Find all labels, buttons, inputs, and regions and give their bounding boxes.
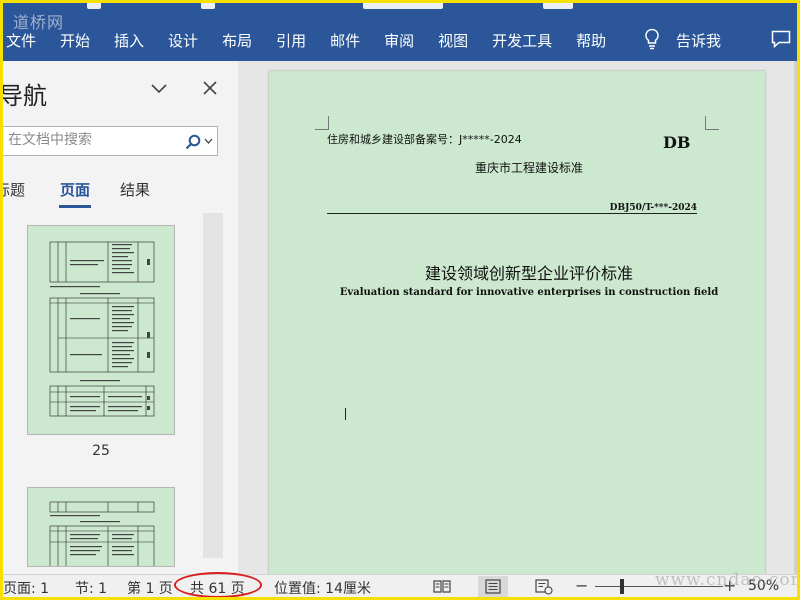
- word-window: 道桥网 文件 开始 插入 设计 布局 引用 邮件 审阅 视图 开发工具 帮助 告…: [3, 3, 797, 597]
- menu-help[interactable]: 帮助: [576, 30, 606, 51]
- comment-icon[interactable]: [771, 30, 791, 48]
- crop-mark: [705, 116, 719, 130]
- navigation-pane: 导航 标题 页面 结果: [3, 61, 238, 574]
- thumbnail-preview: [49, 241, 155, 417]
- ribbon: 道桥网 文件 开始 插入 设计 布局 引用 邮件 审阅 视图 开发工具 帮助 告…: [3, 3, 797, 61]
- document-title-chinese: 建设领域创新型企业评价标准: [424, 264, 633, 283]
- menu-home[interactable]: 开始: [60, 30, 90, 51]
- title-bar-button[interactable]: [543, 3, 573, 9]
- nav-search-box: [3, 126, 218, 156]
- text-cursor: [345, 408, 346, 420]
- active-tab-indicator: [59, 205, 91, 208]
- db-mark: DB: [663, 133, 691, 152]
- print-layout-button[interactable]: [478, 576, 508, 597]
- document-title-english: Evaluation standard for innovative enter…: [339, 287, 719, 298]
- thumbnail-page-number: 25: [92, 443, 110, 459]
- tab-pages[interactable]: 页面: [60, 179, 90, 200]
- menu-view[interactable]: 视图: [438, 30, 468, 51]
- menu-layout[interactable]: 布局: [222, 30, 252, 51]
- document-title: [363, 3, 443, 9]
- record-number: 住房和城乡建设部备案号：J*****-2024: [327, 133, 522, 146]
- title-bar: [3, 3, 797, 17]
- standard-name: 重庆市工程建设标准: [474, 161, 583, 175]
- menu-design[interactable]: 设计: [168, 30, 198, 51]
- highlight-ellipse: [174, 572, 262, 597]
- chevron-down-icon[interactable]: [204, 138, 213, 145]
- nav-pane-title: 导航: [3, 82, 47, 110]
- menu-developer[interactable]: 开发工具: [492, 30, 552, 51]
- lightbulb-icon[interactable]: [643, 28, 661, 50]
- menu-mailings[interactable]: 邮件: [330, 30, 360, 51]
- menu-insert[interactable]: 插入: [114, 30, 144, 51]
- zoom-out-button[interactable]: −: [575, 576, 588, 595]
- quick-access-icon[interactable]: [201, 3, 215, 9]
- zoom-slider-thumb[interactable]: [620, 579, 624, 594]
- document-area: 住房和城乡建设部备案号：J*****-2024 DB 重庆市工程建设标准 DBJ…: [241, 61, 794, 574]
- close-icon[interactable]: [203, 81, 217, 95]
- thumbnail-scrollbar[interactable]: [203, 213, 223, 558]
- page-thumbnail[interactable]: [27, 487, 175, 567]
- standard-code: DBJ50/T-***-2024: [609, 203, 697, 213]
- search-input[interactable]: [8, 132, 178, 148]
- menu-file[interactable]: 文件: [6, 30, 36, 51]
- status-page-of[interactable]: 第 1 页: [127, 578, 173, 597]
- status-position[interactable]: 位置值: 14厘米: [274, 578, 371, 597]
- search-icon[interactable]: [185, 134, 201, 150]
- crop-mark: [315, 116, 329, 130]
- chevron-down-icon[interactable]: [151, 83, 167, 95]
- tell-me-box[interactable]: 告诉我: [676, 30, 721, 51]
- menu-references[interactable]: 引用: [276, 30, 306, 51]
- document-page[interactable]: 住房和城乡建设部备案号：J*****-2024 DB 重庆市工程建设标准 DBJ…: [269, 71, 765, 574]
- tab-headings[interactable]: 标题: [3, 179, 25, 200]
- print-layout-icon: [485, 579, 501, 594]
- save-icon[interactable]: [87, 3, 101, 9]
- menu-review[interactable]: 审阅: [384, 30, 414, 51]
- status-section[interactable]: 节: 1: [75, 578, 107, 597]
- read-mode-icon[interactable]: [433, 579, 451, 594]
- page-thumbnail[interactable]: [27, 225, 175, 435]
- thumbnail-preview: [49, 501, 155, 566]
- site-watermark: www.cndao.com: [655, 570, 797, 590]
- ribbon-menu: 文件 开始 插入 设计 布局 引用 邮件 审阅 视图 开发工具 帮助: [3, 27, 630, 53]
- tab-results[interactable]: 结果: [120, 179, 150, 200]
- header-rule: [327, 213, 697, 214]
- status-page[interactable]: 页面: 1: [3, 578, 49, 597]
- web-layout-icon[interactable]: [535, 579, 553, 595]
- vertical-scrollbar[interactable]: [794, 61, 797, 574]
- nav-tabs: 标题 页面 结果: [3, 177, 238, 211]
